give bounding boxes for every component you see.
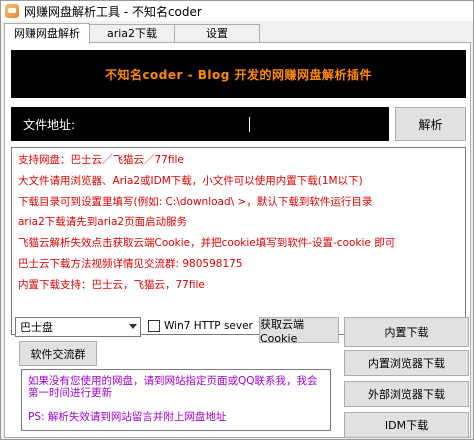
window-title: 网赚网盘解析工具 - 不知名coder: [24, 4, 202, 19]
disk-select[interactable]: 巴士盘: [15, 317, 141, 337]
app-logo-icon: [5, 4, 19, 18]
win7-http-server-option[interactable]: Win7 HTTP sever: [148, 319, 253, 333]
notice-ps: PS: 解析失效请到网站留言并附上网盘地址: [28, 411, 227, 423]
chevron-down-icon[interactable]: [129, 324, 137, 329]
tab-pan-parse[interactable]: 网赚网盘解析: [4, 23, 90, 44]
log-line: 飞猫云解析失效点击获取云端Cookie，并把cookie填写到软件-设置-coo…: [18, 237, 396, 250]
get-cloud-cookie-button[interactable]: 获取云端Cookie: [259, 317, 339, 345]
log-line: 支持网盘：巴士云／飞猫云／77file: [18, 154, 184, 166]
log-line: 下载目录可到设置里填写(例如: C:\download\ >，默认下载到软件运行…: [18, 195, 373, 208]
log-line: aria2下载请先到aria2页面启动服务: [18, 216, 188, 229]
builtin-download-button[interactable]: 内置下载: [344, 317, 469, 347]
log-line: 巴士云下载方法视频详情见交流群: 980598175: [18, 257, 243, 270]
win7-http-server-label: Win7 HTTP sever: [164, 320, 253, 332]
notice-box: 如果没有您使用的网盘，请到网站指定页面或QQ联系我，我会第一时间进行更新 PS:…: [21, 369, 331, 431]
builtin-browser-download-button[interactable]: 内置浏览器下载: [344, 350, 469, 376]
tab-bar: 网赚网盘解析 aria2下载 设置: [4, 23, 260, 44]
external-browser-download-button[interactable]: 外部浏览器下载: [344, 381, 469, 407]
log-line: 内置下载支持：巴士云，飞猫云，77file: [18, 278, 205, 291]
title-bar: 网赚网盘解析工具 - 不知名coder: [1, 1, 473, 21]
file-url-input[interactable]: [93, 107, 389, 141]
tab-aria2-download[interactable]: aria2下载: [89, 24, 175, 43]
text-caret: [249, 117, 250, 132]
log-line: 大文件请用浏览器、Aria2或IDM下载，小文件可以使用内置下载(1M以下): [18, 174, 363, 187]
win7-http-server-checkbox[interactable]: [148, 320, 160, 332]
app-window: 网赚网盘解析工具 - 不知名coder 网赚网盘解析 aria2下载 设置 不知…: [0, 0, 474, 440]
tab-settings[interactable]: 设置: [174, 24, 260, 43]
notice-text: 如果没有您使用的网盘，请到网站指定页面或QQ联系我，我会第一时间进行更新: [28, 375, 318, 399]
file-url-label: 文件地址:: [11, 107, 93, 141]
url-row: 文件地址: 解析: [11, 107, 466, 141]
software-group-button[interactable]: 软件交流群: [19, 341, 97, 366]
log-area[interactable]: 支持网盘：巴士云／飞猫云／77file 大文件请用浏览器、Aria2或IDM下载…: [11, 147, 466, 335]
banner: 不知名coder - Blog 开发的网赚网盘解析插件: [11, 50, 466, 98]
disk-select-value: 巴士盘: [20, 321, 53, 334]
idm-download-button[interactable]: IDM下载: [344, 412, 469, 438]
parse-button[interactable]: 解析: [395, 107, 466, 141]
